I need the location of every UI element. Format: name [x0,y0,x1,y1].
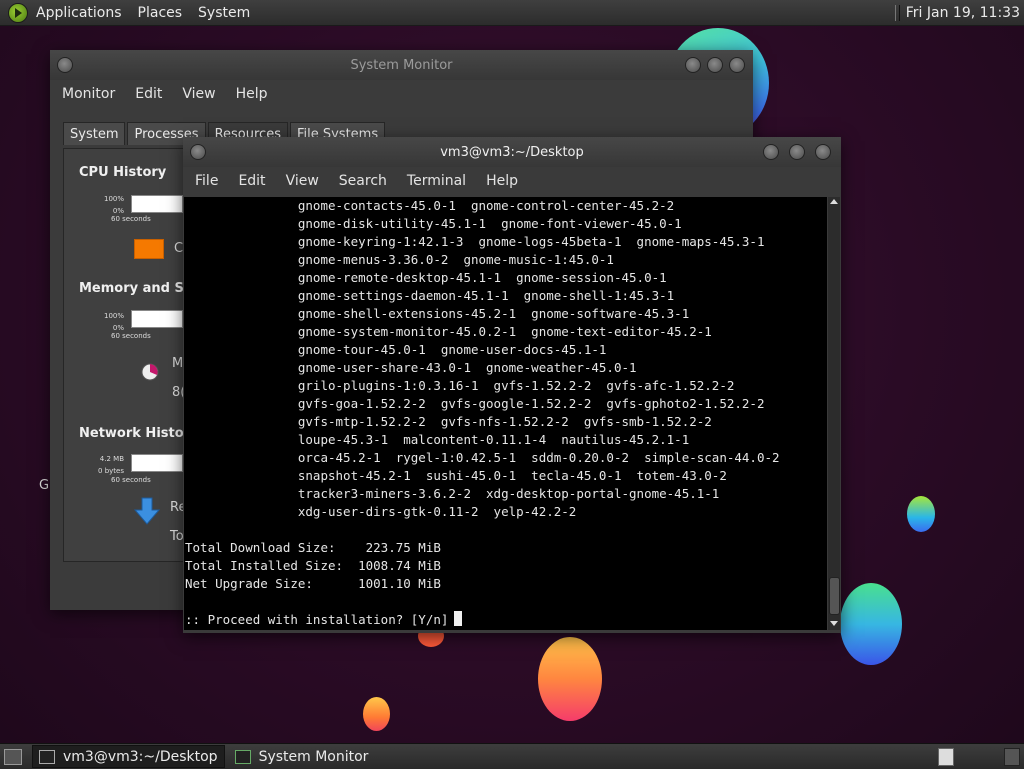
show-desktop-icon[interactable] [4,748,22,765]
menu-view[interactable]: View [182,86,215,102]
scroll-down-arrow-icon[interactable] [830,621,838,626]
terminal-line: gnome-disk-utility-45.1-1 gnome-font-vie… [185,216,682,231]
wallpaper-bubble [363,697,390,731]
terminal-line: gvfs-mtp-1.52.2-2 gvfs-nfs-1.52.2-2 gvfs… [185,414,712,429]
menu-file[interactable]: File [195,173,218,189]
places-menu[interactable]: Places [138,5,183,21]
terminal-menubar: File Edit View Search Terminal Help [183,173,841,189]
terminal-line: gnome-menus-3.36.0-2 gnome-music-1:45.0-… [185,252,614,267]
taskbar-item-system-monitor[interactable]: System Monitor [229,746,375,767]
terminal-line: gvfs-goa-1.52.2-2 gvfs-google-1.52.2-2 g… [185,396,765,411]
top-panel: Applications Places System Fri Jan 19, 1… [0,0,1024,26]
terminal-output[interactable]: gnome-contacts-45.0-1 gnome-control-cent… [184,197,827,630]
network-time-label: 60 seconds [111,476,151,484]
memory-scale-bottom: 0% [112,324,124,332]
download-arrow-icon [134,497,160,525]
terminal-line: gnome-remote-desktop-45.1-1 gnome-sessio… [185,270,667,285]
network-graph [131,454,183,472]
maximize-button[interactable] [789,144,805,160]
terminal-line: gnome-shell-extensions-45.2-1 gnome-soft… [185,306,690,321]
network-history-title: Network History [79,426,199,441]
close-button[interactable] [729,57,745,73]
window-menu-button[interactable] [190,144,206,160]
bottom-panel: vm3@vm3:~/Desktop System Monitor [0,743,1024,769]
memory-time-label: 60 seconds [111,332,151,340]
window-title: vm3@vm3:~/Desktop [440,144,584,160]
cpu-legend-label: C [174,241,184,256]
terminal-line: gnome-user-share-43.0-1 gnome-weather-45… [185,360,637,375]
panel-separator [894,4,900,21]
wallpaper-bubble [907,496,935,532]
system-monitor-titlebar[interactable]: System Monitor [50,50,753,80]
terminal-line: gnome-system-monitor-45.0.2-1 gnome-text… [185,324,712,339]
terminal-line: Total Download Size: 223.75 MiB [185,540,441,555]
main-menu-icon[interactable] [8,2,28,23]
cpu-graph [131,195,183,213]
terminal-scrollbar[interactable] [828,197,840,630]
menu-terminal[interactable]: Terminal [407,173,466,189]
terminal-line: orca-45.2-1 rygel-1:0.42.5-1 sddm-0.20.0… [185,450,780,465]
menu-help[interactable]: Help [236,86,268,102]
cpu-history-title: CPU History [79,165,167,180]
minimize-button[interactable] [763,144,779,160]
terminal-cursor [454,611,463,626]
memory-pie-icon[interactable] [140,361,160,383]
system-monitor-icon [234,749,251,764]
system-menu[interactable]: System [198,5,250,21]
trash-icon[interactable] [938,748,954,766]
memory-graph [131,310,183,328]
window-title: System Monitor [350,57,453,73]
menu-edit[interactable]: Edit [238,173,265,189]
scroll-thumb[interactable] [829,577,840,615]
menu-help[interactable]: Help [486,173,518,189]
terminal-line: gnome-keyring-1:42.1-3 gnome-logs-45beta… [185,234,765,249]
menu-edit[interactable]: Edit [135,86,162,102]
terminal-line: Net Upgrade Size: 1001.10 MiB [185,576,441,591]
window-menu-button[interactable] [57,57,73,73]
maximize-button[interactable] [707,57,723,73]
cpu-color-swatch[interactable] [134,239,164,259]
terminal-line: gnome-tour-45.0-1 gnome-user-docs-45.1-1 [185,342,607,357]
terminal-window: vm3@vm3:~/Desktop File Edit View Search … [183,137,841,633]
applications-menu[interactable]: Applications [36,5,122,21]
memory-scale-top: 100% [103,312,124,320]
terminal-line: loupe-45.3-1 malcontent-0.11.1-4 nautilu… [185,432,690,447]
minimize-button[interactable] [685,57,701,73]
terminal-icon [39,749,55,764]
desktop-icon-label[interactable]: G [39,478,49,493]
terminal-titlebar[interactable]: vm3@vm3:~/Desktop [183,137,841,167]
memory-history-title: Memory and Swap History [79,281,183,296]
clock[interactable]: Fri Jan 19, 11:33 [906,5,1020,21]
close-button[interactable] [815,144,831,160]
clock-area: Fri Jan 19, 11:33 [894,0,1020,25]
cpu-scale-bottom: 0% [112,207,124,215]
terminal-text: gnome-contacts-45.0-1 gnome-control-cent… [185,197,780,629]
network-scale-bottom: 0 bytes [98,467,124,475]
install-prompt: :: Proceed with installation? [Y/n] [185,612,449,627]
terminal-line: snapshot-45.2-1 sushi-45.0-1 tecla-45.0-… [185,468,727,483]
scroll-up-arrow-icon[interactable] [830,199,838,204]
network-total-label: To [170,529,184,544]
system-monitor-menubar: Monitor Edit View Help [50,86,753,102]
menu-monitor[interactable]: Monitor [62,86,115,102]
terminal-line: tracker3-miners-3.6.2-2 xdg-desktop-port… [185,486,720,501]
taskbar-label: System Monitor [258,748,369,765]
terminal-line: xdg-user-dirs-gtk-0.11-2 yelp-42.2-2 [185,504,577,519]
wallpaper-bubble [840,583,902,665]
network-scale-top: 4.2 MB [99,455,124,463]
terminal-line: Total Installed Size: 1008.74 MiB [185,558,441,573]
taskbar-item-terminal[interactable]: vm3@vm3:~/Desktop [32,745,225,768]
memory-label: M [172,356,184,371]
cpu-scale-top: 100% [103,195,124,203]
tab-system[interactable]: System [63,122,126,145]
terminal-line: gnome-contacts-45.0-1 gnome-control-cent… [185,198,675,213]
taskbar-label: vm3@vm3:~/Desktop [63,748,218,765]
menu-search[interactable]: Search [339,173,387,189]
cpu-time-label: 60 seconds [111,215,151,223]
terminal-line: gnome-settings-daemon-45.1-1 gnome-shell… [185,288,675,303]
workspace-switcher[interactable] [1004,748,1020,766]
wallpaper-bubble [538,637,602,721]
menu-view[interactable]: View [286,173,319,189]
terminal-line: grilo-plugins-1:0.3.16-1 gvfs-1.52.2-2 g… [185,378,735,393]
